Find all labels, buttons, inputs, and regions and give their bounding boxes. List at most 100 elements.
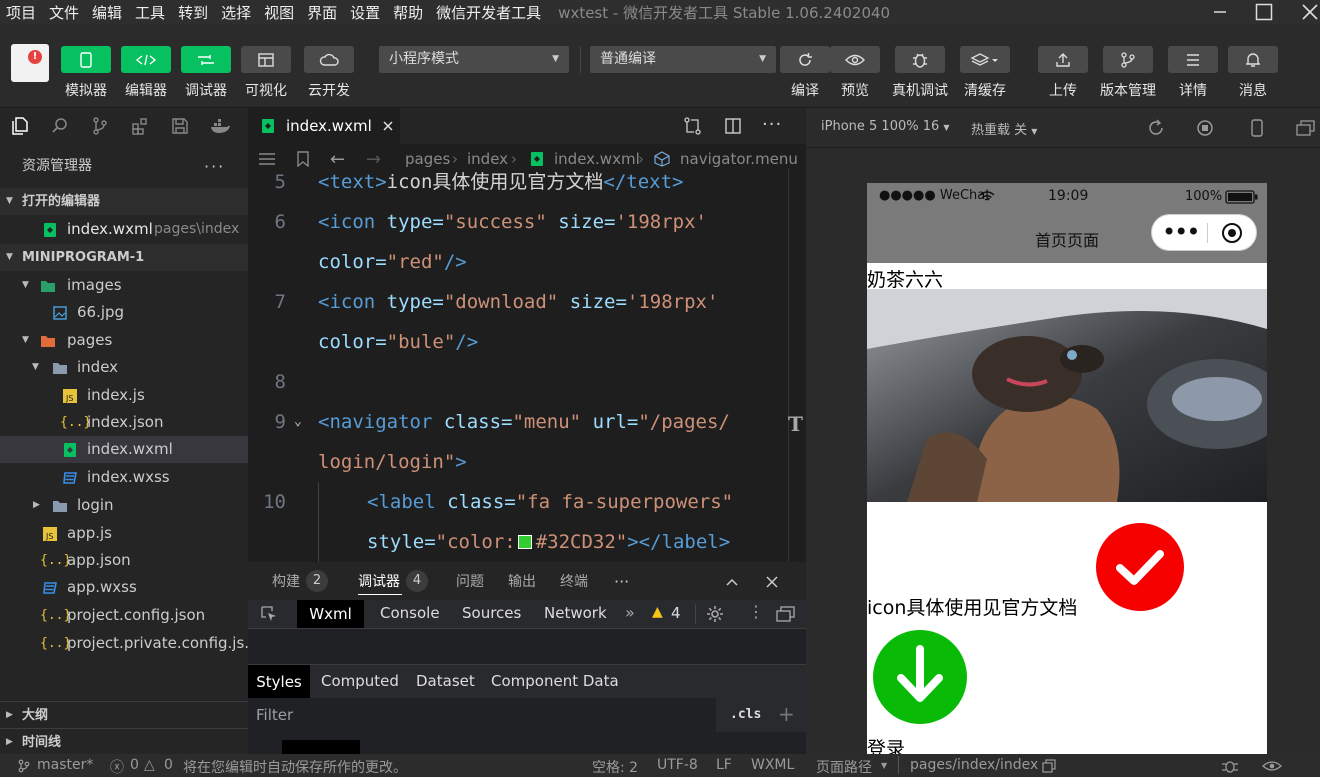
split-editor-icon[interactable]	[724, 117, 742, 135]
language-mode[interactable]: WXML	[751, 757, 794, 773]
tab-build[interactable]: 构建 2	[272, 570, 328, 592]
tree-item-index-folder[interactable]: ▼ index	[0, 354, 248, 381]
eol[interactable]: LF	[716, 757, 732, 773]
tree-item-project-private-config[interactable]: {..} project.private.config.js...	[0, 630, 259, 657]
bug-status-icon[interactable]	[1220, 758, 1240, 774]
close-window-button[interactable]	[1290, 0, 1320, 24]
hot-reload-select[interactable]: 热重载 关 ▼	[971, 119, 1037, 138]
tree-item-app-js[interactable]: JS app.js	[0, 520, 248, 547]
visual-button[interactable]	[241, 46, 291, 73]
clear-cache-button[interactable]	[960, 46, 1010, 73]
project-section[interactable]: ▼ MINIPROGRAM-1	[0, 244, 248, 271]
fold-chevron-icon[interactable]: ⌄	[294, 402, 302, 442]
tab-sources[interactable]: Sources	[462, 604, 521, 622]
more-icon[interactable]: ···	[204, 153, 225, 180]
details-button[interactable]	[1168, 46, 1218, 73]
tree-item-index-json[interactable]: {..} index.json	[0, 409, 248, 436]
chevron-up-icon[interactable]	[725, 577, 739, 587]
tab-dataset[interactable]: Dataset	[416, 672, 475, 690]
warning-count[interactable]: 0	[164, 757, 173, 773]
tree-item-66jpg[interactable]: 66.jpg	[0, 299, 248, 326]
close-panel-icon[interactable]	[766, 576, 778, 588]
popout-icon[interactable]	[1296, 120, 1316, 136]
preview-button[interactable]	[830, 46, 880, 73]
extensions-tab[interactable]	[120, 116, 160, 136]
open-editors-section[interactable]: ▼ 打开的编辑器	[0, 188, 248, 215]
phone-screen[interactable]: ●●●●● WeChat 19:09 100% 首页页面 ••• 奶茶六六 ic…	[867, 183, 1267, 754]
menu-interface[interactable]: 界面	[301, 2, 344, 23]
copy-icon[interactable]	[1042, 759, 1056, 773]
mode-select[interactable]: 小程序模式 ▼	[379, 46, 569, 73]
timeline-section[interactable]: ▶ 时间线	[0, 728, 248, 755]
add-rule-icon[interactable]: +	[778, 702, 795, 726]
menu-tools[interactable]: 工具	[129, 2, 172, 23]
settings-icon[interactable]	[706, 605, 724, 623]
tree-item-index-wxml[interactable]: index.wxml	[0, 436, 248, 463]
more-dots-icon[interactable]: •••	[1162, 220, 1200, 244]
rotate-icon[interactable]	[1147, 119, 1165, 137]
error-count[interactable]: 0	[130, 757, 139, 773]
editor-more-icon[interactable]: ···	[762, 114, 782, 135]
dock-icon[interactable]	[776, 606, 796, 622]
tree-item-app-wxss[interactable]: app.wxss	[0, 574, 248, 601]
source-control-tab[interactable]	[80, 116, 120, 136]
close-miniprogram-icon[interactable]	[1220, 221, 1244, 245]
tree-item-index-js[interactable]: JS index.js	[0, 382, 248, 409]
menu-edit[interactable]: 编辑	[86, 2, 129, 23]
tree-item-project-config[interactable]: {..} project.config.json	[0, 602, 248, 629]
panel-more-icon[interactable]: ···	[614, 572, 629, 591]
outline-section[interactable]: ▶ 大纲	[0, 701, 248, 728]
minimize-button[interactable]	[1200, 0, 1240, 24]
tab-console[interactable]: Console	[380, 604, 440, 622]
tree-item-app-json[interactable]: {..} app.json	[0, 547, 248, 574]
compile-select[interactable]: 普通编译 ▼	[590, 46, 776, 73]
menu-select[interactable]: 选择	[215, 2, 258, 23]
storage-tab[interactable]	[160, 116, 200, 136]
tab-styles[interactable]: Styles	[248, 665, 310, 699]
avatar[interactable]: !	[11, 44, 49, 82]
maximize-button[interactable]	[1244, 0, 1284, 24]
kebab-icon[interactable]: ⋮	[748, 602, 764, 621]
stop-icon[interactable]	[1196, 119, 1214, 137]
tab-wxml[interactable]: Wxml	[297, 600, 364, 628]
files-tab[interactable]	[0, 116, 40, 136]
tab-network[interactable]: Network	[544, 604, 607, 622]
menu-help[interactable]: 帮助	[387, 2, 430, 23]
docker-tab[interactable]	[200, 116, 240, 136]
device-select[interactable]: iPhone 5 100% 16 ▼	[821, 119, 950, 134]
inspect-icon[interactable]	[260, 605, 278, 623]
menu-devtools[interactable]: 微信开发者工具	[430, 2, 548, 23]
login-link[interactable]: 登录	[867, 734, 905, 754]
cloud-button[interactable]	[304, 46, 354, 73]
device-icon[interactable]	[1250, 119, 1264, 137]
tree-item-pages[interactable]: ▼ pages	[0, 327, 248, 354]
menu-settings[interactable]: 设置	[344, 2, 387, 23]
scrollbar[interactable]	[788, 168, 802, 562]
editor-button[interactable]	[121, 46, 171, 73]
tree-item-index-wxss[interactable]: index.wxss	[0, 464, 248, 491]
menu-goto[interactable]: 转到	[172, 2, 215, 23]
menu-view[interactable]: 视图	[258, 2, 301, 23]
menu-project[interactable]: 项目	[0, 2, 43, 23]
tab-debugger[interactable]: 调试器 4	[358, 570, 428, 592]
wxml-tree-area[interactable]	[248, 628, 806, 664]
real-debug-button[interactable]	[895, 46, 945, 73]
page-path-label[interactable]: 页面路径	[816, 757, 872, 777]
tree-item-login[interactable]: ▶ login	[0, 492, 248, 519]
color-swatch[interactable]	[517, 535, 532, 549]
tree-item-images[interactable]: ▼ images	[0, 272, 248, 299]
git-branch[interactable]: master*	[37, 757, 93, 773]
more-tabs-icon[interactable]: »	[625, 603, 635, 622]
messages-button[interactable]	[1228, 46, 1278, 73]
close-tab-icon[interactable]	[382, 120, 394, 132]
tab-computed[interactable]: Computed	[321, 672, 399, 690]
encoding[interactable]: UTF-8	[657, 757, 698, 773]
version-button[interactable]	[1103, 46, 1153, 73]
compare-icon[interactable]	[682, 116, 704, 136]
eye-status-icon[interactable]	[1262, 759, 1282, 773]
tab-component-data[interactable]: Component Data	[491, 672, 619, 690]
open-editor-item[interactable]: index.wxml pages\index	[0, 216, 248, 243]
tab-output[interactable]: 输出	[508, 571, 536, 591]
upload-button[interactable]	[1038, 46, 1088, 73]
tab-issues[interactable]: 问题	[456, 571, 484, 591]
